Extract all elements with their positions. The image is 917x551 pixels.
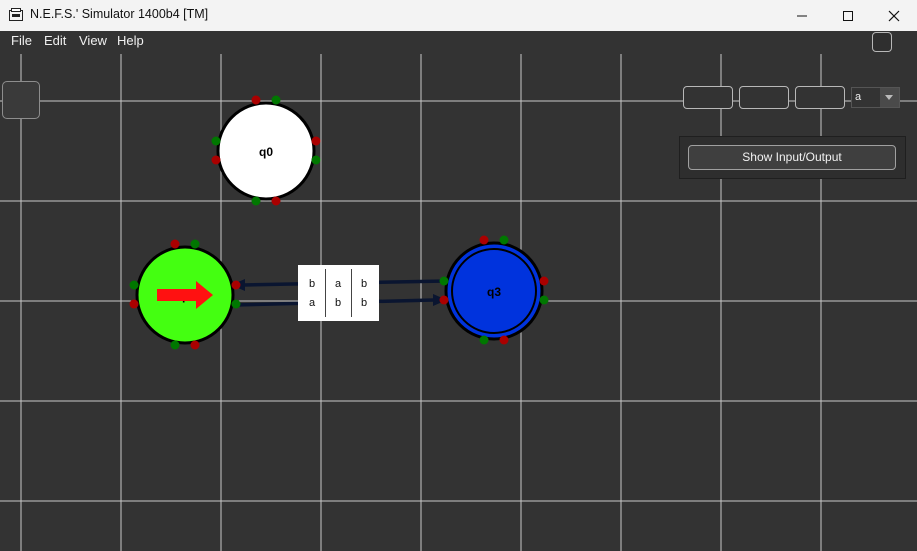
read-symbol: a [308,297,316,309]
state-label: q0 [259,145,273,159]
toolbar-button-2[interactable] [739,86,789,109]
chevron-down-icon[interactable] [880,88,899,107]
alphabet-select-value: a [855,91,862,103]
minimize-icon [797,15,807,17]
menu-view[interactable]: View [79,33,107,48]
menu-edit[interactable]: Edit [44,33,66,48]
close-button[interactable] [871,0,917,31]
maximize-button[interactable] [825,0,871,31]
state-canvas[interactable]: q0 q2 q3 [0,54,917,551]
menu-bar: File Edit View Help [0,31,917,54]
close-icon [888,10,900,22]
app-icon [9,8,23,21]
show-input-output-button[interactable]: Show Input/Output [688,145,896,170]
write-symbol: b [334,297,342,309]
move-symbol: b [360,297,368,309]
transition-label[interactable]: b a b a b b [298,265,379,321]
move-symbol: b [360,278,368,290]
tool-button[interactable] [2,81,40,119]
read-symbol: b [308,278,316,290]
title-bar: N.E.F.S.' Simulator 1400b4 [TM] [0,0,917,31]
divider [325,269,326,317]
window-title: N.E.F.S.' Simulator 1400b4 [TM] [30,7,209,21]
toolbar-button-1[interactable] [683,86,733,109]
menu-help[interactable]: Help [117,33,144,48]
menu-file[interactable]: File [11,33,32,48]
corner-button[interactable] [872,32,892,52]
state-label: q3 [487,285,501,299]
write-symbol: a [334,278,342,290]
state-q0[interactable]: q0 [211,95,321,206]
divider [351,269,352,317]
minimize-button[interactable] [779,0,825,31]
alphabet-select[interactable]: a [851,87,900,108]
state-q2[interactable]: q2 [129,239,241,350]
maximize-icon [843,11,853,21]
toolbar-button-3[interactable] [795,86,845,109]
state-q3[interactable]: q3 [439,235,549,345]
